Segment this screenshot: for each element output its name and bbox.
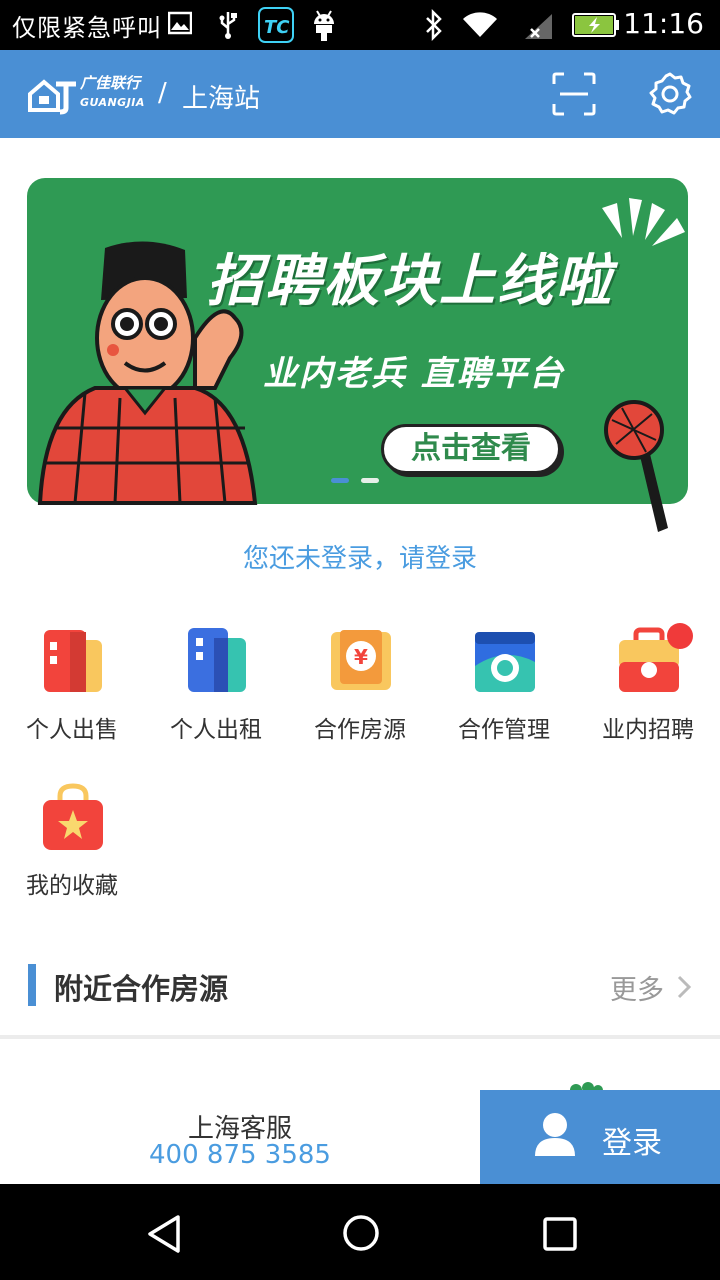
section-title: 附近合作房源 xyxy=(54,972,229,1006)
status-bar: 仅限紧急呼叫 TC 11:16 xyxy=(0,0,720,50)
back-icon[interactable] xyxy=(144,1214,184,1254)
pagination-dot[interactable] xyxy=(361,478,379,483)
grid-label: 合作房源 xyxy=(314,717,406,743)
person-icon xyxy=(535,1113,575,1156)
house-logo-icon xyxy=(28,79,76,115)
app-header: 广佳联行 GUANGJIA / 上海站 xyxy=(0,50,720,138)
battery-charging-icon xyxy=(572,13,619,37)
customer-service[interactable]: 上海客服 400 875 3585 xyxy=(0,1090,480,1184)
usb-icon xyxy=(219,12,237,39)
login-prompt-link[interactable]: 您还未登录，请登录 xyxy=(0,538,720,575)
microphone-illustration xyxy=(604,400,668,532)
image-icon xyxy=(168,11,192,35)
clock: 11:16 xyxy=(623,7,704,40)
pagination-dot-active[interactable] xyxy=(331,478,349,483)
home-icon[interactable] xyxy=(342,1214,380,1252)
tc-app-icon: TC xyxy=(258,7,294,43)
star-bag-icon xyxy=(43,783,103,850)
bottom-action-bar: 上海客服 400 875 3585 登录 xyxy=(0,1090,720,1184)
more-link[interactable]: 更多 xyxy=(610,968,664,1007)
station-selector[interactable]: 上海站 xyxy=(182,78,260,115)
svg-text:¥: ¥ xyxy=(354,645,368,669)
guangjia-logo: 广佳联行 GUANGJIA xyxy=(28,72,154,116)
wifi-icon xyxy=(463,12,497,37)
grid-label: 我的收藏 xyxy=(26,873,118,899)
banner-subtitle: 业内老兵 直聘平台 xyxy=(263,354,565,394)
system-nav-bar xyxy=(0,1184,720,1280)
recents-icon[interactable] xyxy=(542,1216,578,1252)
grid-label: 个人出租 xyxy=(170,717,262,743)
header-separator: / xyxy=(158,78,167,108)
scan-icon[interactable] xyxy=(552,72,596,116)
settings-icon[interactable] xyxy=(648,72,692,116)
grid-item-personal-sale[interactable]: 个人出售 xyxy=(0,626,144,766)
carrier-text: 仅限紧急呼叫 xyxy=(12,14,162,42)
grid-item-cooperation-management[interactable]: 合作管理 xyxy=(432,626,576,766)
sale-building-icon xyxy=(44,630,102,692)
section-divider xyxy=(0,1035,720,1039)
login-label: 登录 xyxy=(602,1126,662,1161)
burst-lines-decoration xyxy=(602,198,685,246)
chevron-right-icon[interactable] xyxy=(676,974,692,1000)
bluetooth-icon xyxy=(426,9,442,41)
promo-banner[interactable]: 招聘板块上线啦 业内老兵 直聘平台 点击查看 xyxy=(27,178,688,532)
notification-badge xyxy=(667,623,693,649)
signal-icon xyxy=(525,14,552,39)
yuan-document-icon: ¥ xyxy=(331,630,391,690)
camera-manage-icon xyxy=(475,632,535,692)
section-accent-bar xyxy=(28,964,36,1006)
logo-chinese-text: 广佳联行 xyxy=(80,74,141,92)
banner-headline: 招聘板块上线啦 xyxy=(207,249,613,314)
grid-item-personal-rent[interactable]: 个人出租 xyxy=(144,626,288,766)
svg-text:TC: TC xyxy=(264,17,290,38)
grid-item-cooperation-listings[interactable]: ¥ 合作房源 xyxy=(288,626,432,766)
grid-item-my-favorites[interactable]: 我的收藏 xyxy=(0,782,144,922)
android-icon xyxy=(314,10,334,41)
banner-cta-button[interactable]: 点击查看 xyxy=(381,424,561,474)
grid-item-industry-recruitment[interactable]: 业内招聘 xyxy=(576,623,720,766)
rent-building-icon xyxy=(188,628,246,692)
grid-label: 合作管理 xyxy=(458,717,550,743)
nearby-listings-header: 附近合作房源 更多 xyxy=(0,960,720,1010)
logo-english-text: GUANGJIA xyxy=(80,96,145,109)
grid-label: 业内招聘 xyxy=(602,717,694,743)
grid-label: 个人出售 xyxy=(26,717,118,743)
service-phone[interactable]: 400 875 3585 xyxy=(0,1140,480,1170)
login-button[interactable]: 登录 xyxy=(480,1090,720,1184)
